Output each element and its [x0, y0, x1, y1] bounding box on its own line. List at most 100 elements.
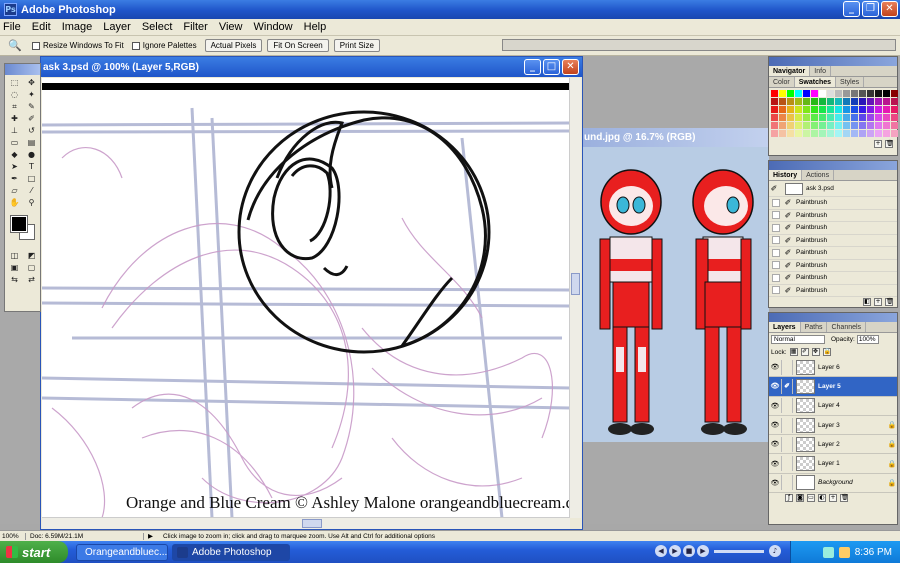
marquee-tool-icon[interactable]: ⬚	[7, 77, 22, 88]
lock-all-icon[interactable]: 🔒	[822, 348, 831, 356]
color-swatch[interactable]	[827, 106, 834, 113]
standard-mode-icon[interactable]: ◫	[7, 250, 22, 261]
ignore-palettes-option[interactable]: Ignore Palettes	[131, 41, 197, 50]
palette-header[interactable]	[769, 57, 897, 66]
resize-windows-checkbox[interactable]	[32, 41, 40, 50]
color-swatch[interactable]	[843, 90, 850, 97]
history-brush-icon[interactable]: ↺	[24, 125, 39, 136]
color-swatch[interactable]	[811, 114, 818, 121]
color-swatch[interactable]	[867, 98, 874, 105]
color-swatch[interactable]	[779, 130, 786, 137]
layer-link-box[interactable]	[781, 436, 793, 452]
color-swatch[interactable]	[827, 90, 834, 97]
color-swatch[interactable]	[891, 98, 898, 105]
color-swatch[interactable]	[867, 106, 874, 113]
eyedropper-tool-icon[interactable]: ⁄	[24, 185, 39, 196]
foreground-color[interactable]	[10, 215, 28, 233]
horizontal-scroll-thumb[interactable]	[302, 519, 322, 528]
lasso-tool-icon[interactable]: ◌	[7, 89, 22, 100]
layer-link-box[interactable]	[781, 417, 793, 433]
start-button[interactable]: start	[0, 541, 68, 563]
visibility-eye-icon[interactable]: 👁	[769, 382, 781, 390]
print-size-button[interactable]: Print Size	[333, 39, 380, 52]
visibility-eye-icon[interactable]: 👁	[769, 460, 781, 468]
toolbox-header[interactable]	[5, 64, 40, 75]
doc-minimize-button[interactable]: _	[524, 59, 541, 75]
color-swatch[interactable]	[771, 90, 778, 97]
history-item[interactable]: ✐ Paintbrush	[769, 260, 897, 272]
color-swatch[interactable]	[867, 114, 874, 121]
delete-layer-icon[interactable]: 🗑	[840, 494, 849, 503]
layer-row[interactable]: 👁 Background 🔒	[769, 474, 897, 494]
tab-channels[interactable]: Channels	[827, 322, 867, 332]
menu-file[interactable]: File	[3, 21, 21, 33]
color-swatch[interactable]	[843, 98, 850, 105]
color-swatch[interactable]	[851, 90, 858, 97]
color-swatch[interactable]	[843, 130, 850, 137]
tab-layers[interactable]: Layers	[769, 322, 801, 332]
tab-actions[interactable]: Actions	[802, 170, 835, 180]
tab-paths[interactable]: Paths	[801, 322, 828, 332]
layer-mask-icon[interactable]: ◙	[796, 494, 804, 503]
menu-edit[interactable]: Edit	[32, 21, 51, 33]
color-swatch[interactable]	[883, 114, 890, 121]
blend-mode-select[interactable]: Normal	[771, 335, 825, 344]
color-swatch[interactable]	[883, 106, 890, 113]
notes-tool-icon[interactable]: ▱	[7, 185, 22, 196]
history-source-box[interactable]	[772, 236, 780, 245]
history-item[interactable]: ✐ Paintbrush	[769, 197, 897, 210]
color-swatch[interactable]	[867, 90, 874, 97]
layer-row[interactable]: 👁 Layer 3 🔒	[769, 416, 897, 436]
color-swatches[interactable]	[7, 214, 38, 244]
color-swatch[interactable]	[771, 122, 778, 129]
color-swatch[interactable]	[787, 90, 794, 97]
layer-link-box[interactable]: ✐	[781, 378, 793, 394]
tab-swatches[interactable]: Swatches	[794, 77, 837, 87]
color-swatch[interactable]	[771, 130, 778, 137]
history-source-box[interactable]	[772, 261, 780, 270]
vertical-scrollbar[interactable]	[569, 78, 581, 518]
color-swatch[interactable]	[835, 106, 842, 113]
color-swatch[interactable]	[811, 122, 818, 129]
history-item[interactable]: ✐ Paintbrush	[769, 222, 897, 235]
color-swatch[interactable]	[835, 122, 842, 129]
pen-tool-icon[interactable]: ✒	[7, 173, 22, 184]
color-swatch[interactable]	[787, 114, 794, 121]
layer-row[interactable]: 👁 ✐ Layer 5	[769, 377, 897, 397]
visibility-eye-icon[interactable]: 👁	[769, 402, 781, 410]
resize-windows-option[interactable]: Resize Windows To Fit	[32, 41, 124, 50]
color-swatch[interactable]	[891, 114, 898, 121]
network-icon[interactable]	[822, 546, 834, 558]
color-swatch[interactable]	[779, 98, 786, 105]
color-swatch[interactable]	[875, 90, 882, 97]
color-swatch[interactable]	[859, 90, 866, 97]
swatch-grid[interactable]	[769, 88, 898, 139]
path-selection-icon[interactable]: ➤	[7, 161, 22, 172]
move-tool-icon[interactable]: ✥	[24, 77, 39, 88]
color-swatch[interactable]	[811, 98, 818, 105]
taskbar-item-photoshop[interactable]: Adobe Photoshop	[172, 543, 290, 561]
layer-row[interactable]: 👁 Layer 4	[769, 397, 897, 416]
color-swatch[interactable]	[779, 106, 786, 113]
lock-image-icon[interactable]: ✐	[800, 348, 809, 356]
color-swatch[interactable]	[811, 106, 818, 113]
volume-icon[interactable]	[838, 546, 850, 558]
tab-color[interactable]: Color	[769, 77, 795, 87]
color-swatch[interactable]	[843, 114, 850, 121]
color-swatch[interactable]	[787, 98, 794, 105]
layer-link-box[interactable]	[781, 398, 793, 414]
minimize-button[interactable]: _	[843, 1, 860, 17]
media-next-icon[interactable]: ▶	[697, 545, 709, 557]
color-swatch[interactable]	[835, 130, 842, 137]
history-source-box[interactable]	[772, 223, 780, 232]
color-swatch[interactable]	[795, 106, 802, 113]
layer-link-box[interactable]	[781, 359, 793, 375]
color-swatch[interactable]	[891, 106, 898, 113]
healing-brush-icon[interactable]: ✚	[7, 113, 22, 124]
history-source-box[interactable]	[772, 273, 780, 282]
color-swatch[interactable]	[867, 130, 874, 137]
jump-to-imageready-icon[interactable]: ⇆	[7, 274, 22, 285]
color-swatch[interactable]	[867, 122, 874, 129]
color-swatch[interactable]	[819, 114, 826, 121]
layer-row[interactable]: 👁 Layer 2 🔒	[769, 435, 897, 455]
